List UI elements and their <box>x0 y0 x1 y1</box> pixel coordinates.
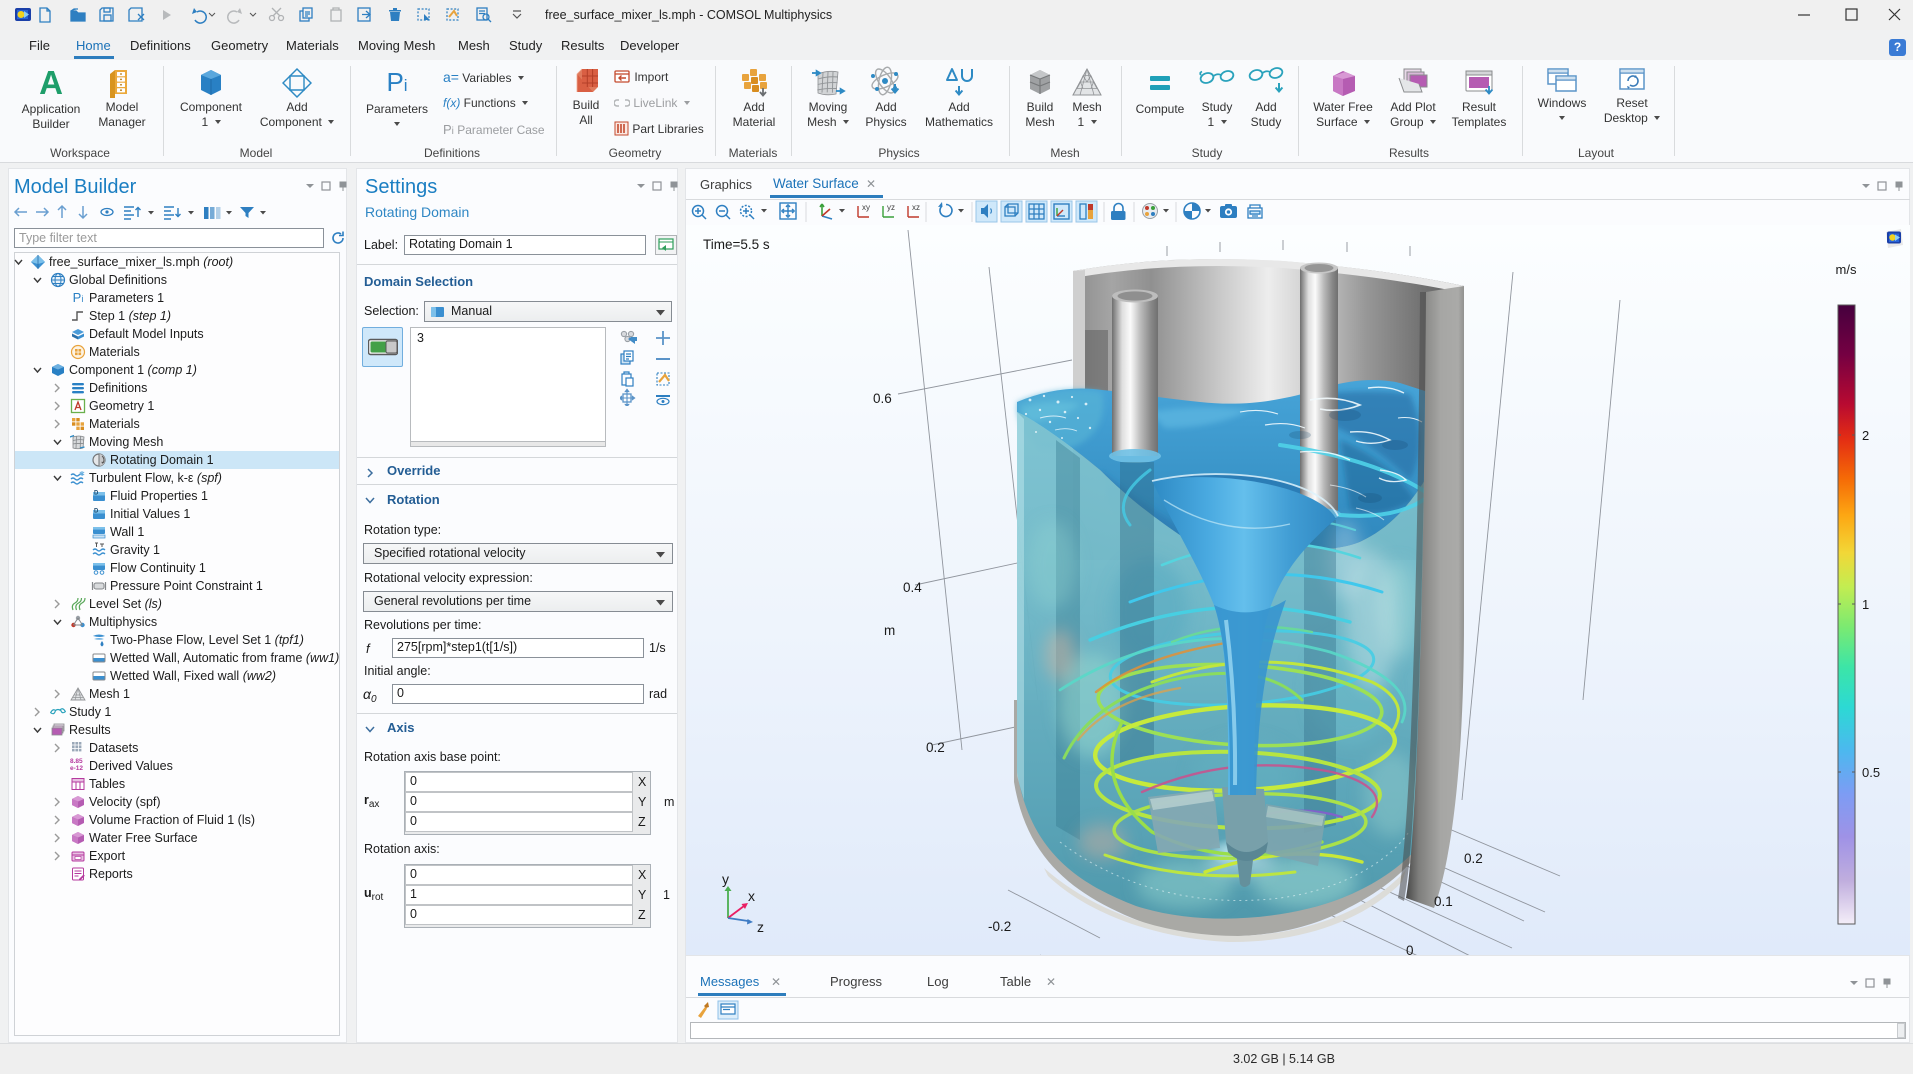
svg-text:0.2: 0.2 <box>926 740 945 755</box>
svg-text:m: m <box>884 623 895 638</box>
svg-text:Time=5.5 s: Time=5.5 s <box>703 237 770 252</box>
svg-text:0.4: 0.4 <box>903 580 922 595</box>
svg-text:D: D <box>94 491 99 497</box>
svg-text:0.6: 0.6 <box>873 391 892 406</box>
svg-text:z: z <box>757 919 764 935</box>
svg-text:D: D <box>94 509 99 515</box>
svg-text:-0.2: -0.2 <box>988 919 1011 934</box>
svg-text:0.5: 0.5 <box>1862 765 1880 780</box>
svg-text:m/s: m/s <box>1836 262 1857 277</box>
svg-text:0.1: 0.1 <box>1434 894 1453 909</box>
svg-text:x: x <box>748 888 755 904</box>
svg-text:1: 1 <box>1862 597 1869 612</box>
svg-text:0.2: 0.2 <box>1464 851 1483 866</box>
svg-text:0: 0 <box>1406 943 1414 955</box>
svg-text:xz: xz <box>912 203 920 212</box>
svg-text:xy: xy <box>862 203 870 212</box>
svg-text:y: y <box>722 871 729 887</box>
svg-text:2: 2 <box>1862 428 1869 443</box>
svg-text:yz: yz <box>887 203 895 212</box>
